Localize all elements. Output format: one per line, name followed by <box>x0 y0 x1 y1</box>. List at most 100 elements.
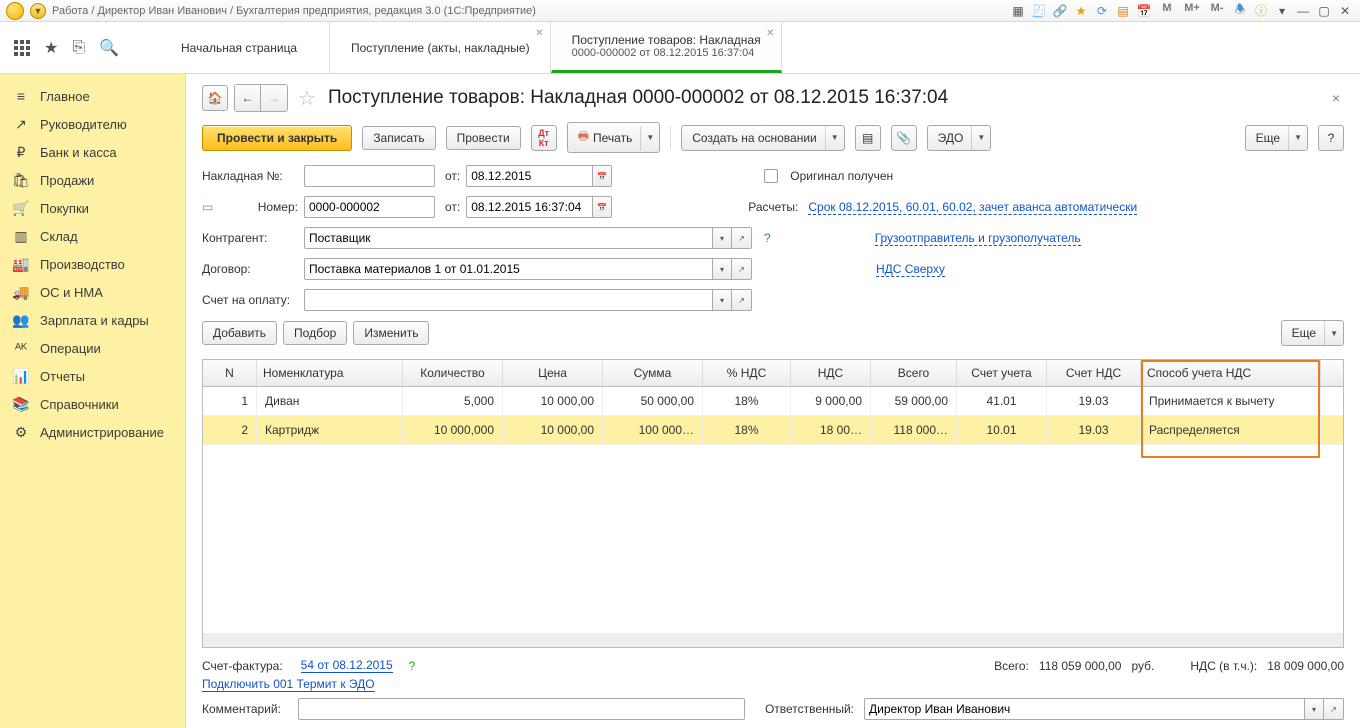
sidebar-item[interactable]: 🚚ОС и НМА <box>0 278 185 306</box>
tab-document[interactable]: Поступление товаров: Накладная 0000-0000… <box>551 22 782 73</box>
calendar-icon[interactable]: 📅 <box>592 165 612 187</box>
contract-input[interactable] <box>304 258 712 280</box>
pin-icon[interactable]: ⎘ <box>72 39 85 57</box>
calendar-icon[interactable]: 📅 <box>592 196 612 218</box>
search-icon[interactable]: 🔍 <box>99 38 119 58</box>
edo-connect-link[interactable]: Подключить 001 Термит к ЭДО <box>202 677 375 692</box>
col-qty[interactable]: Количество <box>403 360 503 386</box>
toolbar-icon[interactable]: 🧾 <box>1030 2 1048 20</box>
info-icon[interactable]: ⓘ <box>1252 2 1270 20</box>
col-sum[interactable]: Сумма <box>603 360 703 386</box>
dropdown-icon[interactable]: ▾ <box>712 227 732 249</box>
help-link-icon[interactable]: ? <box>764 231 771 245</box>
toolbar-dropdown-icon[interactable]: ▾ <box>1273 2 1291 20</box>
sf-help-icon[interactable]: ? <box>409 659 416 673</box>
select-button[interactable]: Подбор <box>283 321 347 345</box>
memory-mp[interactable]: M+ <box>1181 2 1203 20</box>
memory-m[interactable]: M <box>1156 2 1178 20</box>
attach-icon[interactable]: 📎 <box>891 125 917 151</box>
col-price[interactable]: Цена <box>503 360 603 386</box>
sidebar-item[interactable]: ▥Склад <box>0 222 185 250</box>
memory-mm[interactable]: M- <box>1206 2 1228 20</box>
report-icon[interactable]: ▤ <box>855 125 881 151</box>
edo-button[interactable]: ЭДО▼ <box>927 125 992 151</box>
sidebar-item[interactable]: 🛍Продажи <box>0 166 185 194</box>
col-method[interactable]: Способ учета НДС <box>1141 360 1321 386</box>
print-button[interactable]: 🖶Печать▼ <box>567 122 661 153</box>
dropdown-icon[interactable]: ▾ <box>712 258 732 280</box>
sidebar-item[interactable]: 👥Зарплата и кадры <box>0 306 185 334</box>
sections-icon[interactable] <box>14 40 30 56</box>
col-total[interactable]: Всего <box>871 360 957 386</box>
form-close-icon[interactable]: × <box>1328 88 1344 108</box>
toolbar-icon[interactable]: ▦ <box>1009 2 1027 20</box>
calendar-icon[interactable]: 📅 <box>1135 2 1153 20</box>
number-input[interactable] <box>304 196 435 218</box>
sidebar-item[interactable]: 🛒Покупки <box>0 194 185 222</box>
table-row[interactable]: 1Диван5,00010 000,0050 000,0018%9 000,00… <box>203 387 1343 416</box>
toolbar-icon[interactable]: 🔗 <box>1051 2 1069 20</box>
maximize-icon[interactable]: ▢ <box>1315 2 1333 20</box>
minimize-icon[interactable]: — <box>1294 2 1312 20</box>
sidebar-item[interactable]: ⚙Администрирование <box>0 418 185 446</box>
dropdown-icon[interactable]: ▾ <box>1304 698 1324 720</box>
col-vatp[interactable]: % НДС <box>703 360 791 386</box>
close-icon[interactable]: ✕ <box>1336 2 1354 20</box>
col-vat[interactable]: НДС <box>791 360 871 386</box>
sidebar-item[interactable]: 📊Отчеты <box>0 362 185 390</box>
sidebar-item[interactable]: 📚Справочники <box>0 390 185 418</box>
open-icon[interactable]: ↗ <box>732 258 752 280</box>
tab-home[interactable]: Начальная страница <box>160 22 330 73</box>
post-and-close-button[interactable]: Провести и закрыть <box>202 125 352 151</box>
app-menu-dropdown[interactable]: ▼ <box>30 3 46 19</box>
calc-link[interactable]: Срок 08.12.2015, 60.01, 60.02, зачет ава… <box>808 200 1137 215</box>
tab-close-icon[interactable]: ✕ <box>766 28 774 39</box>
sidebar-item[interactable]: ≡Главное <box>0 82 185 110</box>
dt-kt-icon[interactable]: ДтКт <box>531 125 557 151</box>
star-icon[interactable]: ☆ <box>294 86 320 111</box>
notifications-icon[interactable]: 🕭 <box>1231 2 1249 20</box>
datetime-input[interactable] <box>466 196 592 218</box>
sidebar-item[interactable]: ↗Руководителю <box>0 110 185 138</box>
open-icon[interactable]: ↗ <box>732 289 752 311</box>
create-based-button[interactable]: Создать на основании▼ <box>681 125 844 151</box>
history-icon[interactable]: ⟳ <box>1093 2 1111 20</box>
tab-close-icon[interactable]: ✕ <box>535 28 543 39</box>
horizontal-scrollbar[interactable] <box>203 633 1343 647</box>
help-button[interactable]: ? <box>1318 125 1344 151</box>
sidebar-item[interactable]: ₽Банк и касса <box>0 138 185 166</box>
tab-receipts[interactable]: Поступление (акты, накладные)✕ <box>330 22 551 73</box>
col-acc[interactable]: Счет учета <box>957 360 1047 386</box>
more-button[interactable]: Еще▼ <box>1245 125 1308 151</box>
open-icon[interactable]: ↗ <box>732 227 752 249</box>
table-more-button[interactable]: Еще▼ <box>1281 320 1344 346</box>
shipper-link[interactable]: Грузоотправитель и грузополучатель <box>875 231 1081 246</box>
calculator-icon[interactable]: ▤ <box>1114 2 1132 20</box>
counterparty-input[interactable] <box>304 227 712 249</box>
open-icon[interactable]: ↗ <box>1324 698 1344 720</box>
nav-forward-button[interactable]: → <box>261 85 287 111</box>
add-row-button[interactable]: Добавить <box>202 321 277 345</box>
change-button[interactable]: Изменить <box>353 321 429 345</box>
favorites-star-icon[interactable]: ★ <box>44 38 58 58</box>
post-button[interactable]: Провести <box>446 126 521 150</box>
sidebar-item[interactable]: ᴬᴷОперации <box>0 334 185 362</box>
favorite-icon[interactable]: ★ <box>1072 2 1090 20</box>
nav-back-button[interactable]: ← <box>235 85 261 111</box>
col-n[interactable]: N <box>203 360 257 386</box>
nakladnaya-input[interactable] <box>304 165 435 187</box>
sidebar-item[interactable]: 🏭Производство <box>0 250 185 278</box>
responsible-input[interactable] <box>864 698 1304 720</box>
vat-mode-link[interactable]: НДС Сверху <box>876 262 945 277</box>
table-row[interactable]: 2Картридж10 000,00010 000,00100 000…18%1… <box>203 416 1343 445</box>
payacc-input[interactable] <box>304 289 712 311</box>
home-button[interactable]: 🏠 <box>202 85 228 111</box>
comment-input[interactable] <box>298 698 745 720</box>
col-vatacc[interactable]: Счет НДС <box>1047 360 1141 386</box>
sf-link[interactable]: 54 от 08.12.2015 <box>301 658 393 673</box>
table-body[interactable]: 1Диван5,00010 000,0050 000,0018%9 000,00… <box>203 387 1343 633</box>
write-button[interactable]: Записать <box>362 126 435 150</box>
col-nom[interactable]: Номенклатура <box>257 360 403 386</box>
date-input[interactable] <box>466 165 592 187</box>
dropdown-icon[interactable]: ▾ <box>712 289 732 311</box>
